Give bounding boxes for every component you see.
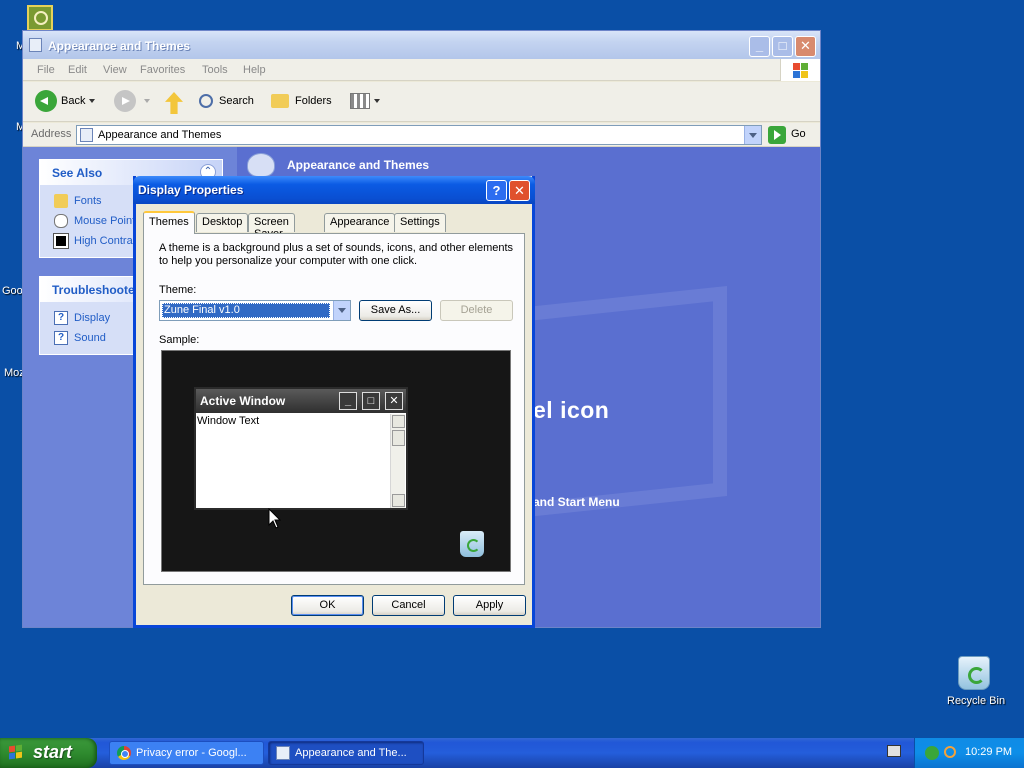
chevron-down-icon	[374, 99, 380, 104]
dialog-title: Display Properties	[138, 183, 244, 197]
minimize-button[interactable]: _	[749, 36, 770, 57]
taskbar-item-appearance-themes[interactable]: Appearance and The...	[268, 741, 424, 765]
views-button[interactable]	[350, 90, 380, 114]
sample-minimize-icon: _	[339, 392, 357, 410]
chrome-icon	[117, 746, 131, 760]
taskbar-item-chrome[interactable]: Privacy error - Googl...	[109, 741, 264, 765]
network-icon[interactable]	[925, 746, 939, 760]
tab-settings[interactable]: Settings	[394, 213, 446, 232]
tab-themes[interactable]: Themes	[143, 211, 195, 234]
sample-window-text: Window Text	[197, 415, 260, 427]
apply-button[interactable]: Apply	[453, 595, 526, 616]
save-as-button[interactable]: Save As...	[359, 300, 432, 321]
menu-favorites[interactable]: Favorites	[140, 64, 185, 76]
tab-desktop[interactable]: Desktop	[196, 213, 249, 232]
keyboard-icon[interactable]	[887, 745, 901, 757]
desktop-label-partial: Goo	[2, 285, 23, 297]
dialog-close-button[interactable]: ✕	[509, 180, 530, 201]
mouse-icon	[54, 214, 68, 228]
recycle-bin-label[interactable]: Recycle Bin	[947, 695, 1005, 707]
explorer-title: Appearance and Themes	[48, 39, 191, 53]
tab-appearance[interactable]: Appearance	[324, 213, 396, 232]
theme-selected-value: Zune Final v1.0	[162, 303, 330, 318]
display-properties-dialog: Display Properties ? ✕ Themes Desktop Sc…	[133, 176, 535, 628]
sample-scrollbar	[390, 414, 405, 508]
recycle-bin-icon[interactable]	[958, 656, 990, 690]
theme-label: Theme:	[159, 284, 197, 296]
menu-edit[interactable]: Edit	[68, 64, 87, 76]
menu-bar: File Edit View Favorites Tools Help	[23, 59, 820, 81]
system-tray: 10:29 PM	[914, 738, 1024, 768]
control-panel-icon	[29, 38, 42, 52]
menu-help[interactable]: Help	[243, 64, 266, 76]
folder-icon	[271, 94, 289, 109]
search-tray-icon[interactable]	[944, 746, 956, 758]
start-button[interactable]: start	[0, 738, 97, 768]
theme-select[interactable]: Zune Final v1.0	[159, 300, 351, 321]
menu-view[interactable]: View	[103, 64, 127, 76]
back-button[interactable]: Back	[35, 90, 96, 114]
sample-active-window: Active Window _ □ ✕ Window Text	[194, 387, 408, 510]
main-heading: Appearance and Themes	[287, 158, 430, 172]
scroll-down-icon	[392, 494, 405, 507]
forward-arrow-icon	[114, 90, 136, 113]
taskbar: start Privacy error - Googl... Appearanc…	[0, 738, 1024, 768]
cancel-button[interactable]: Cancel	[372, 595, 445, 616]
high-contrast-icon	[53, 233, 69, 249]
desktop-shortcut-icon[interactable]	[27, 5, 53, 31]
menu-file[interactable]: File	[37, 64, 55, 76]
address-label: Address	[31, 128, 72, 140]
scroll-up-icon	[392, 415, 405, 428]
fonts-folder-icon	[54, 194, 68, 208]
windows-flag-icon	[9, 745, 15, 753]
help-button[interactable]: ?	[486, 180, 507, 201]
control-panel-icon-heading: el icon	[533, 397, 610, 423]
sample-window-title: Active Window	[200, 394, 286, 408]
search-icon	[199, 94, 213, 109]
views-icon	[350, 93, 370, 110]
help-icon: ?	[54, 311, 68, 325]
taskbar-start-menu-link[interactable]: and Start Menu	[533, 495, 620, 509]
maximize-button[interactable]: □	[772, 36, 793, 57]
address-bar: Address Appearance and Themes Go	[23, 123, 820, 147]
explorer-titlebar[interactable]: Appearance and Themes _ □ ✕	[23, 31, 820, 59]
forward-button[interactable]	[114, 90, 150, 114]
menu-tools[interactable]: Tools	[202, 64, 228, 76]
scroll-thumb	[392, 430, 405, 446]
help-icon: ?	[54, 331, 68, 345]
go-button[interactable]: Go	[768, 126, 818, 144]
tab-screen-saver[interactable]: Screen Saver	[248, 213, 295, 240]
control-panel-icon	[80, 128, 93, 142]
theme-sample-preview: Active Window _ □ ✕ Window Text	[161, 350, 511, 572]
search-button[interactable]: Search	[199, 90, 254, 114]
chevron-down-icon	[144, 99, 150, 104]
back-arrow-icon	[35, 90, 57, 113]
sample-window-titlebar: Active Window _ □ ✕	[196, 389, 406, 413]
address-dropdown-button[interactable]	[744, 126, 761, 144]
clock[interactable]: 10:29 PM	[965, 746, 1012, 758]
control-panel-icon	[276, 746, 290, 760]
palette-icon	[247, 153, 275, 177]
sample-close-icon: ✕	[385, 392, 403, 410]
theme-description: A theme is a background plus a set of so…	[159, 242, 514, 267]
ok-button[interactable]: OK	[291, 595, 364, 616]
go-arrow-icon	[768, 126, 786, 144]
windows-logo-icon	[780, 59, 820, 81]
close-button[interactable]: ✕	[795, 36, 816, 57]
chevron-down-icon[interactable]	[89, 99, 96, 104]
themes-panel: A theme is a background plus a set of so…	[143, 233, 525, 585]
dialog-titlebar[interactable]: Display Properties ? ✕	[133, 176, 535, 204]
recycle-bin-icon	[460, 531, 484, 557]
up-folder-button[interactable]	[165, 92, 183, 114]
address-input[interactable]: Appearance and Themes	[76, 125, 762, 145]
folders-button[interactable]: Folders	[271, 90, 332, 114]
mouse-cursor-icon	[268, 508, 282, 529]
theme-dropdown-button[interactable]	[333, 301, 350, 320]
delete-button[interactable]: Delete	[440, 300, 513, 321]
toolbar: Back Search Folders	[23, 82, 820, 122]
sample-label: Sample:	[159, 334, 200, 346]
sample-maximize-icon: □	[362, 392, 380, 410]
